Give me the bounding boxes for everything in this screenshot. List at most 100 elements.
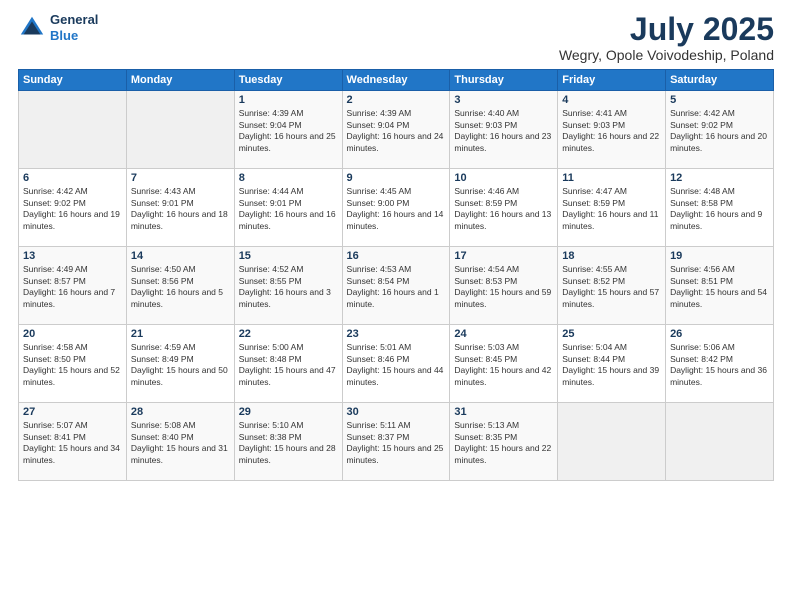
day-number: 16: [347, 250, 446, 262]
day-info: Sunrise: 4:48 AM Sunset: 8:58 PM Dayligh…: [670, 186, 769, 232]
day-info: Sunrise: 4:54 AM Sunset: 8:53 PM Dayligh…: [454, 264, 553, 310]
calendar-cell: 11 Sunrise: 4:47 AM Sunset: 8:59 PM Dayli…: [558, 169, 666, 247]
day-info: Sunrise: 4:39 AM Sunset: 9:04 PM Dayligh…: [347, 108, 446, 154]
day-number: 4: [562, 94, 661, 106]
calendar-cell: 14Sunrise: 4:50 AM Sunset: 8:56 PM Dayli…: [126, 247, 234, 325]
day-info: Sunrise: 5:04 AM Sunset: 8:44 PM Dayligh…: [562, 342, 661, 388]
day-info: Sunrise: 4:41 AM Sunset: 9:03 PM Dayligh…: [562, 108, 661, 154]
day-info: Sunrise: 4:44 AM Sunset: 9:01 PM Dayligh…: [239, 186, 338, 232]
calendar: Sunday Monday Tuesday Wednesday Thursday…: [18, 69, 774, 481]
calendar-cell: 20Sunrise: 4:58 AM Sunset: 8:50 PM Dayli…: [19, 325, 127, 403]
col-saturday: Saturday: [666, 70, 774, 91]
month-title: July 2025: [559, 12, 774, 47]
day-number: 29: [239, 406, 338, 418]
calendar-cell: [19, 91, 127, 169]
logo: General Blue: [18, 12, 98, 43]
calendar-cell: 25 Sunrise: 5:04 AM Sunset: 8:44 PM Dayli…: [558, 325, 666, 403]
calendar-cell: 8 Sunrise: 4:44 AM Sunset: 9:01 PM Daylig…: [234, 169, 342, 247]
days-row: Sunday Monday Tuesday Wednesday Thursday…: [19, 70, 774, 91]
day-number: 2: [347, 94, 446, 106]
day-number: 23: [347, 328, 446, 340]
day-info: Sunrise: 5:01 AM Sunset: 8:46 PM Dayligh…: [347, 342, 446, 388]
calendar-cell: 30 Sunrise: 5:11 AM Sunset: 8:37 PM Dayli…: [342, 403, 450, 481]
day-info: Sunrise: 4:42 AM Sunset: 9:02 PM Dayligh…: [23, 186, 122, 232]
calendar-cell: 28 Sunrise: 5:08 AM Sunset: 8:40 PM Dayli…: [126, 403, 234, 481]
day-info: Sunrise: 5:07 AM Sunset: 8:41 PM Dayligh…: [23, 420, 122, 466]
logo-general: General: [50, 12, 98, 27]
day-number: 7: [131, 172, 230, 184]
day-info: Sunrise: 4:46 AM Sunset: 8:59 PM Dayligh…: [454, 186, 553, 232]
page: General Blue July 2025 Wegry, Opole Voiv…: [0, 0, 792, 612]
calendar-cell: 18 Sunrise: 4:55 AM Sunset: 8:52 PM Dayli…: [558, 247, 666, 325]
calendar-week-2: 6Sunrise: 4:42 AM Sunset: 9:02 PM Daylig…: [19, 169, 774, 247]
calendar-cell: 7 Sunrise: 4:43 AM Sunset: 9:01 PM Daylig…: [126, 169, 234, 247]
calendar-cell: 17Sunrise: 4:54 AM Sunset: 8:53 PM Dayli…: [450, 247, 558, 325]
calendar-cell: 21Sunrise: 4:59 AM Sunset: 8:49 PM Dayli…: [126, 325, 234, 403]
day-info: Sunrise: 4:42 AM Sunset: 9:02 PM Dayligh…: [670, 108, 769, 154]
calendar-cell: 4 Sunrise: 4:41 AM Sunset: 9:03 PM Daylig…: [558, 91, 666, 169]
day-number: 25: [562, 328, 661, 340]
day-number: 3: [454, 94, 553, 106]
calendar-cell: 6Sunrise: 4:42 AM Sunset: 9:02 PM Daylig…: [19, 169, 127, 247]
logo-icon: [18, 14, 46, 42]
day-info: Sunrise: 4:47 AM Sunset: 8:59 PM Dayligh…: [562, 186, 661, 232]
title-block: July 2025 Wegry, Opole Voivodeship, Pola…: [559, 12, 774, 63]
calendar-header: Sunday Monday Tuesday Wednesday Thursday…: [19, 70, 774, 91]
day-info: Sunrise: 4:53 AM Sunset: 8:54 PM Dayligh…: [347, 264, 446, 310]
calendar-cell: 12 Sunrise: 4:48 AM Sunset: 8:58 PM Dayli…: [666, 169, 774, 247]
day-number: 13: [23, 250, 122, 262]
day-info: Sunrise: 4:39 AM Sunset: 9:04 PM Dayligh…: [239, 108, 338, 154]
day-number: 10: [454, 172, 553, 184]
day-number: 12: [670, 172, 769, 184]
day-info: Sunrise: 4:40 AM Sunset: 9:03 PM Dayligh…: [454, 108, 553, 154]
calendar-cell: [558, 403, 666, 481]
day-info: Sunrise: 4:58 AM Sunset: 8:50 PM Dayligh…: [23, 342, 122, 388]
day-number: 15: [239, 250, 338, 262]
day-info: Sunrise: 4:43 AM Sunset: 9:01 PM Dayligh…: [131, 186, 230, 232]
calendar-cell: 10 Sunrise: 4:46 AM Sunset: 8:59 PM Dayli…: [450, 169, 558, 247]
day-info: Sunrise: 5:10 AM Sunset: 8:38 PM Dayligh…: [239, 420, 338, 466]
day-number: 28: [131, 406, 230, 418]
day-number: 26: [670, 328, 769, 340]
calendar-cell: [126, 91, 234, 169]
day-number: 8: [239, 172, 338, 184]
day-info: Sunrise: 4:56 AM Sunset: 8:51 PM Dayligh…: [670, 264, 769, 310]
day-number: 22: [239, 328, 338, 340]
col-sunday: Sunday: [19, 70, 127, 91]
calendar-week-4: 20Sunrise: 4:58 AM Sunset: 8:50 PM Dayli…: [19, 325, 774, 403]
day-info: Sunrise: 4:55 AM Sunset: 8:52 PM Dayligh…: [562, 264, 661, 310]
day-number: 18: [562, 250, 661, 262]
day-number: 30: [347, 406, 446, 418]
calendar-cell: 13Sunrise: 4:49 AM Sunset: 8:57 PM Dayli…: [19, 247, 127, 325]
calendar-cell: 9 Sunrise: 4:45 AM Sunset: 9:00 PM Daylig…: [342, 169, 450, 247]
day-number: 31: [454, 406, 553, 418]
calendar-cell: 27Sunrise: 5:07 AM Sunset: 8:41 PM Dayli…: [19, 403, 127, 481]
calendar-body: 1 Sunrise: 4:39 AM Sunset: 9:04 PM Daylig…: [19, 91, 774, 481]
subtitle: Wegry, Opole Voivodeship, Poland: [559, 47, 774, 63]
day-info: Sunrise: 4:45 AM Sunset: 9:00 PM Dayligh…: [347, 186, 446, 232]
logo-blue: Blue: [50, 28, 78, 43]
calendar-cell: 2 Sunrise: 4:39 AM Sunset: 9:04 PM Daylig…: [342, 91, 450, 169]
day-info: Sunrise: 5:13 AM Sunset: 8:35 PM Dayligh…: [454, 420, 553, 466]
calendar-cell: [666, 403, 774, 481]
day-info: Sunrise: 4:52 AM Sunset: 8:55 PM Dayligh…: [239, 264, 338, 310]
day-number: 11: [562, 172, 661, 184]
day-info: Sunrise: 5:11 AM Sunset: 8:37 PM Dayligh…: [347, 420, 446, 466]
calendar-week-3: 13Sunrise: 4:49 AM Sunset: 8:57 PM Dayli…: [19, 247, 774, 325]
calendar-week-1: 1 Sunrise: 4:39 AM Sunset: 9:04 PM Daylig…: [19, 91, 774, 169]
calendar-cell: 22 Sunrise: 5:00 AM Sunset: 8:48 PM Dayli…: [234, 325, 342, 403]
day-number: 1: [239, 94, 338, 106]
day-number: 9: [347, 172, 446, 184]
col-monday: Monday: [126, 70, 234, 91]
calendar-cell: 24Sunrise: 5:03 AM Sunset: 8:45 PM Dayli…: [450, 325, 558, 403]
day-info: Sunrise: 5:06 AM Sunset: 8:42 PM Dayligh…: [670, 342, 769, 388]
day-info: Sunrise: 5:08 AM Sunset: 8:40 PM Dayligh…: [131, 420, 230, 466]
calendar-cell: 26 Sunrise: 5:06 AM Sunset: 8:42 PM Dayli…: [666, 325, 774, 403]
calendar-cell: 1 Sunrise: 4:39 AM Sunset: 9:04 PM Daylig…: [234, 91, 342, 169]
col-friday: Friday: [558, 70, 666, 91]
calendar-cell: 15 Sunrise: 4:52 AM Sunset: 8:55 PM Dayli…: [234, 247, 342, 325]
logo-text: General Blue: [50, 12, 98, 43]
calendar-week-5: 27Sunrise: 5:07 AM Sunset: 8:41 PM Dayli…: [19, 403, 774, 481]
day-info: Sunrise: 5:00 AM Sunset: 8:48 PM Dayligh…: [239, 342, 338, 388]
day-number: 24: [454, 328, 553, 340]
